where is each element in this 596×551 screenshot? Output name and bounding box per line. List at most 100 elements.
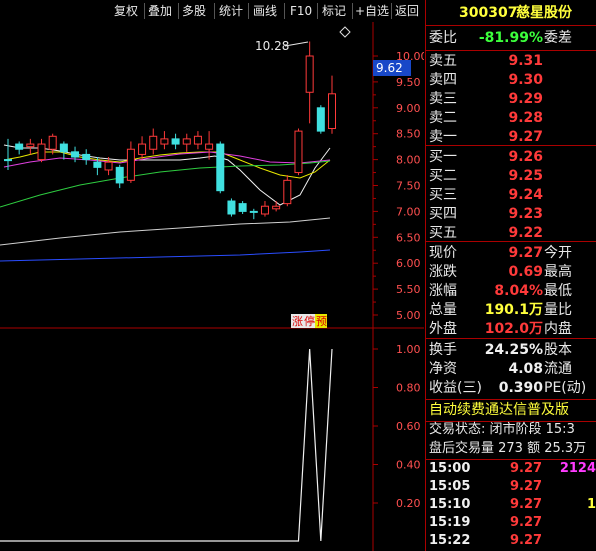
candle[interactable]: [260, 201, 269, 217]
candle[interactable]: [205, 131, 214, 160]
indicator-tick-label: 0.40: [396, 459, 421, 472]
stat-label: 外盘: [429, 321, 457, 337]
candle[interactable]: [272, 201, 281, 212]
overlay-button[interactable]: 叠加: [148, 3, 172, 20]
badge-yu: 预: [316, 315, 327, 328]
stock-code: 300307: [459, 5, 518, 21]
after-hours-info: 盘后交易量 273 额 25.3万: [429, 441, 587, 456]
tick-time: 15:19: [429, 515, 471, 530]
diamond-icon[interactable]: [339, 26, 351, 38]
candle[interactable]: [138, 136, 147, 160]
stat-row: 外盘 102.0万 内盘: [426, 318, 596, 340]
stat2-row: 收益(三) 0.390 PE(动): [426, 377, 596, 399]
indicator-tick-label: 0.80: [396, 382, 421, 395]
tick-price: 9.27: [510, 479, 543, 494]
candlesticks: [4, 41, 336, 220]
candle[interactable]: [104, 157, 113, 176]
tick-price: 9.27: [510, 515, 543, 530]
banner-row[interactable]: 自动续费通达信普及版: [426, 399, 596, 421]
weibi-label: 委比: [429, 30, 457, 46]
stat2-label: 收益(三): [429, 380, 482, 396]
ma-line-green: [0, 160, 331, 208]
candle[interactable]: [71, 146, 80, 163]
tick-row: 15:10 9.27 1: [426, 496, 596, 514]
candle[interactable]: [182, 133, 191, 152]
tick-volume: 1: [586, 497, 596, 512]
quote-panel: 300307 慈星股份 委比 -81.99% 委差 卖五 9.31 卖四 9.30 卖三…: [425, 0, 596, 551]
price-tick-label: 9.00: [396, 102, 421, 115]
candle[interactable]: [37, 138, 46, 163]
tick-row: 15:19 9.27: [426, 514, 596, 532]
stat-value: 102.0万: [484, 321, 543, 337]
tick-price: 9.27: [510, 461, 543, 476]
price-tick-label: 6.00: [396, 257, 421, 270]
candle[interactable]: [126, 141, 135, 183]
tick-time: 15:05: [429, 479, 471, 494]
statistics-button[interactable]: 统计: [219, 3, 243, 20]
tick-price: 9.27: [510, 497, 543, 512]
indicator-line: [0, 348, 333, 542]
price-tick-label: 5.00: [396, 309, 421, 322]
tick-time: 15:22: [429, 533, 471, 548]
candle[interactable]: [328, 75, 336, 134]
stat2-value: 0.390: [498, 380, 543, 396]
current-price-value: 9.62: [376, 61, 403, 75]
price-tick-label: 8.50: [396, 128, 421, 141]
price-tick-label: 7.50: [396, 180, 421, 193]
candle[interactable]: [216, 141, 225, 194]
candle[interactable]: [294, 128, 303, 176]
candle[interactable]: [15, 141, 24, 155]
candle[interactable]: [227, 198, 236, 217]
candle[interactable]: [59, 141, 68, 160]
candle[interactable]: [249, 208, 258, 220]
add-favorite-button[interactable]: +自选: [355, 3, 389, 20]
badge-zhang: 涨: [292, 315, 303, 328]
tick-price: 9.27: [510, 533, 543, 548]
tick-row: 15:22 9.27: [426, 532, 596, 550]
candle[interactable]: [238, 201, 247, 214]
indicator-tick-label: 1.00: [396, 343, 421, 356]
stock-header: 300307 慈星股份: [426, 2, 596, 24]
price-tick-label: 5.50: [396, 283, 421, 296]
candle[interactable]: [160, 131, 169, 150]
max-price-label: 10.28: [255, 39, 289, 53]
price-tick-label: 7.00: [396, 205, 421, 218]
candle[interactable]: [193, 131, 202, 150]
renew-banner[interactable]: 自动续费通达信普及版: [429, 399, 569, 421]
candle[interactable]: [171, 133, 180, 150]
indicator-tick-label: 0.20: [396, 497, 421, 510]
tick-volume: 2124: [559, 461, 596, 476]
mark-button[interactable]: 标记: [322, 3, 346, 20]
draw-line-button[interactable]: 画线: [253, 3, 277, 20]
candle[interactable]: [283, 175, 292, 207]
price-tick-label: 8.00: [396, 154, 421, 167]
candle[interactable]: [305, 41, 314, 124]
tick-row: 15:00 9.27 2124: [426, 460, 596, 478]
candle[interactable]: [26, 138, 35, 155]
ma-line-gray: [0, 217, 331, 246]
chart-toolbar: 复权 叠加 多股 统计 画线 F10 标记 +自选 返回: [0, 0, 424, 22]
tick-time: 15:00: [429, 461, 471, 476]
price-tick-label: 6.50: [396, 231, 421, 244]
multi-stock-button[interactable]: 多股: [182, 3, 206, 20]
back-button[interactable]: 返回: [395, 3, 419, 20]
indicator-axis: 1.00 0.80 0.60 0.40 0.20: [373, 343, 421, 510]
price-tick-label: 9.50: [396, 76, 421, 89]
weibi-value: -81.99%: [478, 30, 543, 46]
candle[interactable]: [82, 149, 91, 165]
f10-button[interactable]: F10: [290, 3, 312, 20]
candle[interactable]: [149, 128, 158, 155]
weicha-label: 委差: [544, 30, 572, 46]
badge-ting: 停: [304, 314, 315, 328]
candle[interactable]: [48, 133, 57, 155]
indicator-tick-label: 0.60: [396, 420, 421, 433]
fuquan-button[interactable]: 复权: [114, 3, 138, 20]
stock-name: 慈星股份: [516, 5, 572, 21]
after-hours-row: 盘后交易量 273 额 25.3万: [426, 438, 596, 460]
weibi-row: 委比 -81.99% 委差: [426, 27, 596, 49]
kline-chart[interactable]: 10.009.509.008.508.007.507.006.506.005.5…: [0, 22, 424, 551]
candle[interactable]: [316, 105, 325, 134]
stat2-label-2: PE(动): [544, 380, 587, 396]
price-axis: 10.009.509.008.508.007.507.006.506.005.5…: [373, 50, 424, 322]
candle[interactable]: [115, 164, 124, 189]
